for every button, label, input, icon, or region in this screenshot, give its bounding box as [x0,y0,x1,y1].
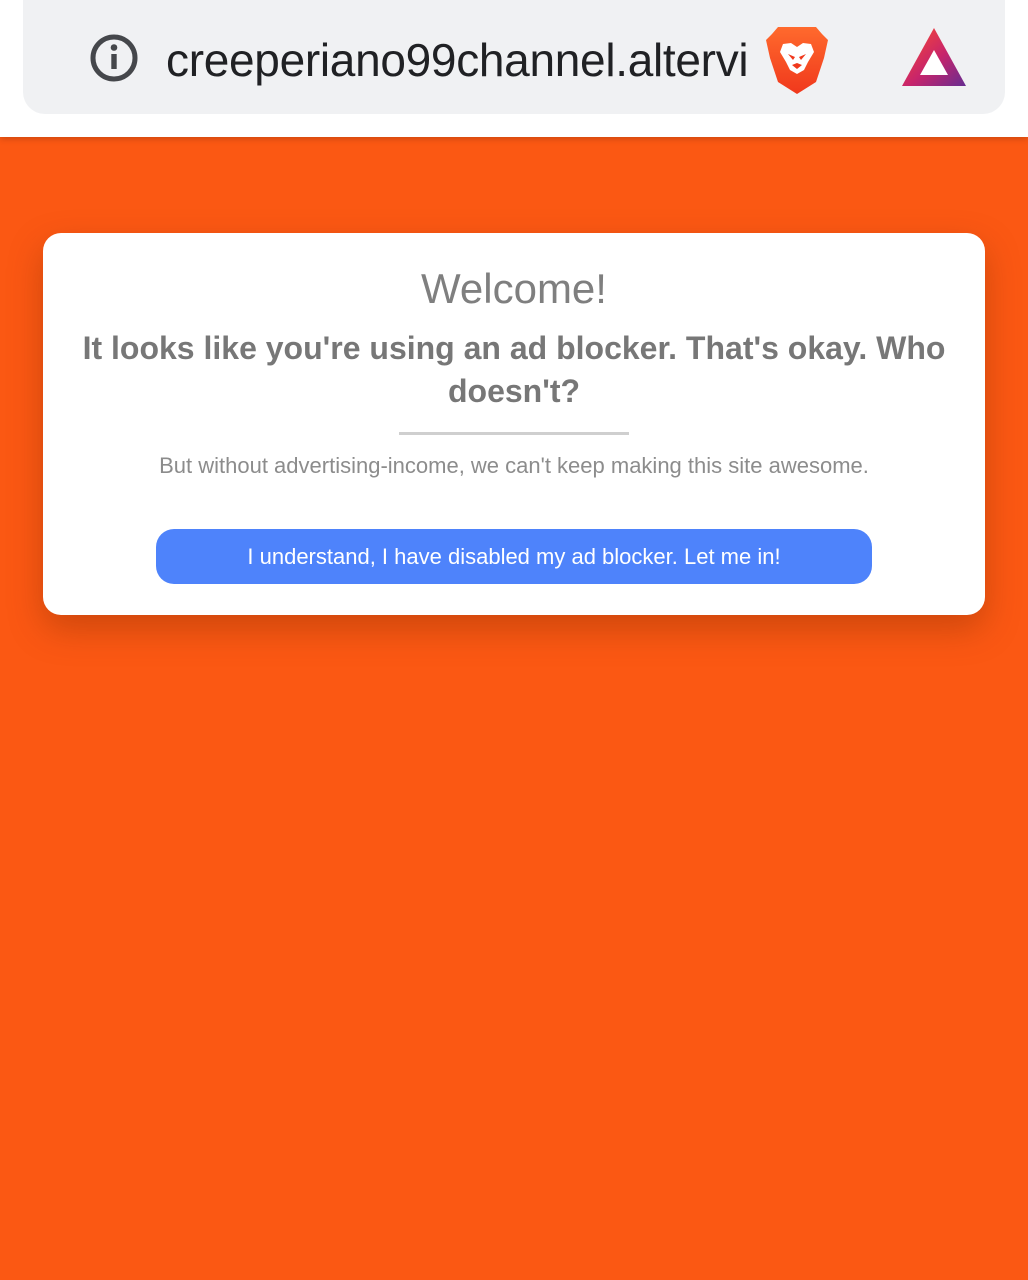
brave-shields-icon[interactable] [764,24,830,96]
brave-rewards-icon[interactable] [900,26,968,88]
modal-headline: It looks like you're using an ad blocker… [82,330,946,409]
modal-message: But without advertising-income, we can't… [159,453,869,478]
modal-title: Welcome! [421,265,607,312]
info-icon[interactable] [89,33,139,83]
browser-toolbar: creeperiano99channel.altervi [0,0,1028,137]
disabled-adblocker-confirm-button[interactable]: I understand, I have disabled my ad bloc… [156,529,872,584]
address-bar[interactable]: creeperiano99channel.altervi [23,0,1005,114]
url-text[interactable]: creeperiano99channel.altervi [166,30,756,90]
modal-divider [399,432,629,435]
